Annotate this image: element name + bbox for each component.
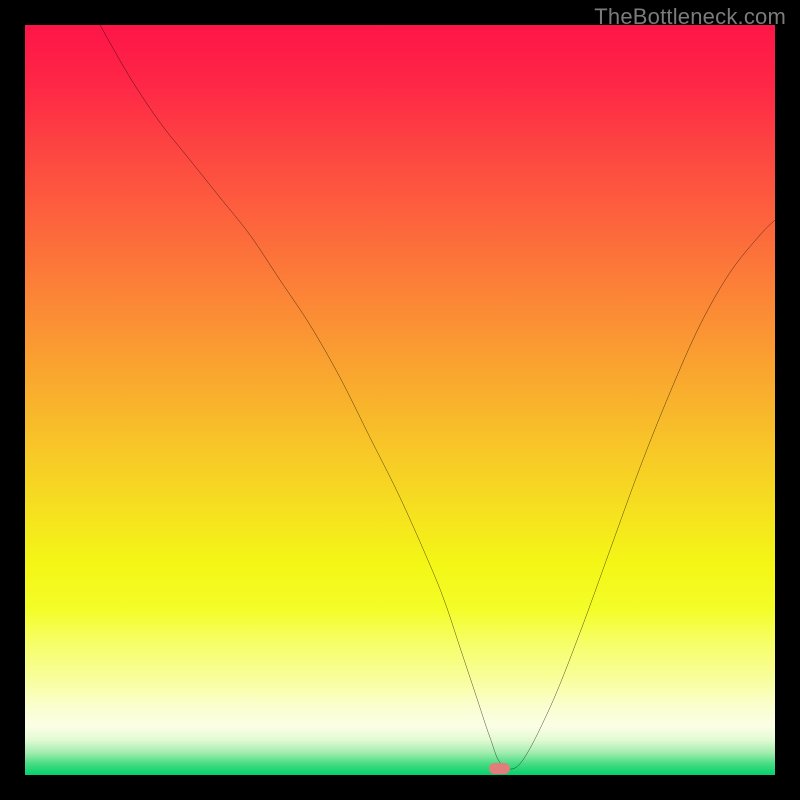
plot-area (25, 25, 775, 775)
watermark-text: TheBottleneck.com (594, 4, 786, 30)
curve-layer (25, 25, 775, 775)
chart-frame: TheBottleneck.com (0, 0, 800, 800)
valley-marker (489, 763, 510, 774)
bottleneck-curve (100, 25, 775, 769)
